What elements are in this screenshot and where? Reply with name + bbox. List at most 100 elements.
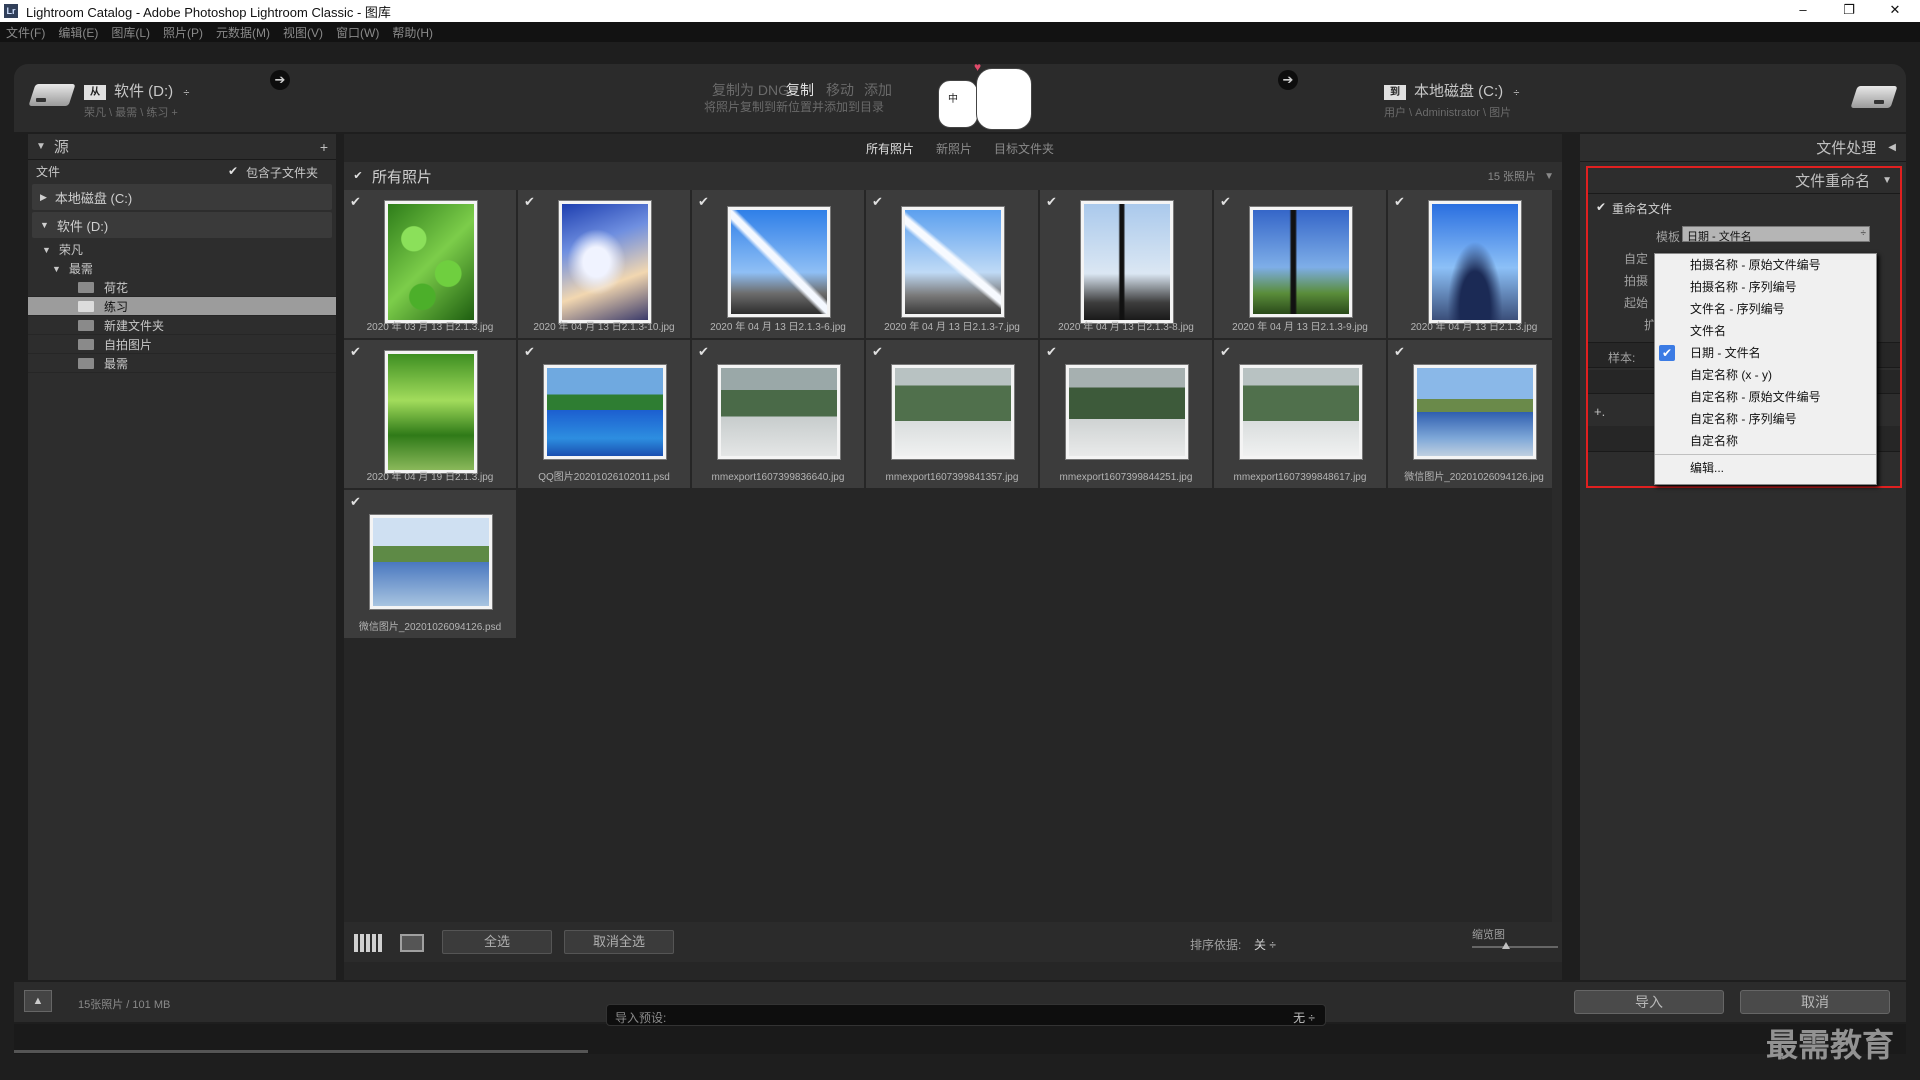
photo-checkbox[interactable]: ✔: [872, 194, 883, 210]
photo-thumbnail[interactable]: [1412, 364, 1537, 460]
source-selector[interactable]: 从软件 (D:) ÷: [84, 80, 189, 101]
menu-item[interactable]: 视图(V): [283, 24, 323, 41]
mode-copy-dng[interactable]: 复制为 DNG: [712, 80, 789, 100]
collapse-triangle-icon[interactable]: ◀: [1888, 142, 1896, 153]
folder-item[interactable]: 自拍图片: [28, 335, 336, 354]
edit-template-option[interactable]: 编辑...: [1655, 457, 1876, 479]
photo-thumbnail[interactable]: [716, 364, 841, 460]
template-option[interactable]: 拍摄名称 - 序列编号: [1655, 276, 1876, 298]
photo-checkbox[interactable]: ✔: [1220, 194, 1231, 210]
import-preset-bar[interactable]: 导入预设: 无 ÷: [606, 1004, 1326, 1026]
photo-cell[interactable]: ✔ 2020 年 04 月 19 日2.1.3.jpg: [344, 340, 517, 489]
destination-selector[interactable]: 到本地磁盘 (C:) ÷: [1384, 80, 1519, 101]
photo-thumbnail[interactable]: [1248, 206, 1353, 318]
template-option[interactable]: 文件名: [1655, 320, 1876, 342]
photo-checkbox[interactable]: ✔: [350, 494, 361, 510]
photo-thumbnail[interactable]: [368, 514, 493, 610]
photo-thumbnail[interactable]: [726, 206, 831, 318]
cancel-button[interactable]: 取消: [1740, 990, 1890, 1014]
photo-checkbox[interactable]: ✔: [698, 194, 709, 210]
minimize-button[interactable]: –: [1780, 0, 1826, 22]
maximize-button[interactable]: ❐: [1826, 0, 1872, 22]
photo-checkbox[interactable]: ✔: [1394, 344, 1405, 360]
photo-thumbnail[interactable]: [383, 200, 478, 324]
photo-cell[interactable]: ✔ QQ图片20201026102011.psd: [518, 340, 691, 489]
folder-item[interactable]: 练习: [28, 297, 336, 316]
template-option[interactable]: 拍摄名称 - 原始文件编号: [1655, 254, 1876, 276]
photo-checkbox[interactable]: ✔: [1220, 344, 1231, 360]
menu-item[interactable]: 帮助(H): [392, 24, 433, 41]
photo-cell[interactable]: ✔ mmexport1607399848617.jpg: [1214, 340, 1387, 489]
photo-checkbox[interactable]: ✔: [872, 344, 883, 360]
loupe-view-icon[interactable]: [400, 934, 424, 952]
select-all-button[interactable]: 全选: [442, 930, 552, 954]
template-option[interactable]: 自定名称 - 序列编号: [1655, 408, 1876, 430]
photo-cell[interactable]: ✔ 2020 年 04 月 13 日2.1.3-6.jpg: [692, 190, 865, 339]
photo-thumbnail[interactable]: [1064, 364, 1189, 460]
folder-item[interactable]: 荷花: [28, 278, 336, 297]
collapse-triangle-icon[interactable]: ▼: [1882, 175, 1892, 186]
arrow-right-icon[interactable]: ➔: [1278, 70, 1298, 90]
photo-thumbnail[interactable]: [1079, 200, 1174, 324]
photo-checkbox[interactable]: ✔: [350, 194, 361, 210]
photo-cell[interactable]: ✔ mmexport1607399841357.jpg: [866, 340, 1039, 489]
import-preset-value[interactable]: 无 ÷: [1293, 1009, 1315, 1026]
photo-checkbox[interactable]: ✔: [350, 344, 361, 360]
template-option[interactable]: 自定名称 - 原始文件编号: [1655, 386, 1876, 408]
menu-item[interactable]: 文件(F): [6, 24, 45, 41]
select-all-checkbox[interactable]: ✔: [352, 170, 364, 182]
add-source-icon[interactable]: +: [320, 139, 328, 155]
grid-menu-triangle-icon[interactable]: ▼: [1544, 171, 1554, 182]
folder-item[interactable]: 新建文件夹: [28, 316, 336, 335]
photo-thumbnail[interactable]: [557, 200, 652, 324]
source-panel-header[interactable]: ▼ 源 +: [28, 134, 336, 160]
collapse-triangle-icon[interactable]: ▼: [40, 220, 49, 230]
add-metadata-icon[interactable]: +.: [1594, 404, 1605, 419]
photo-thumbnail[interactable]: [900, 206, 1005, 318]
grid-scrollbar[interactable]: [1552, 190, 1562, 922]
mode-copy[interactable]: 复制: [786, 80, 814, 100]
expand-up-icon[interactable]: ▲: [24, 990, 52, 1012]
collapse-triangle-icon[interactable]: ▼: [52, 264, 61, 274]
photo-cell[interactable]: ✔ 2020 年 04 月 13 日2.1.3-8.jpg: [1040, 190, 1213, 339]
collapse-triangle-icon[interactable]: ▼: [36, 141, 46, 152]
photo-thumbnail[interactable]: [890, 364, 1015, 460]
drive-local-c[interactable]: ▶ 本地磁盘 (C:): [32, 184, 332, 210]
filmstrip-scrollbar[interactable]: [14, 1050, 588, 1053]
template-option[interactable]: 文件名 - 序列编号: [1655, 298, 1876, 320]
slider-thumb[interactable]: [1502, 942, 1510, 949]
photo-cell[interactable]: ✔ 2020 年 04 月 13 日2.1.3-7.jpg: [866, 190, 1039, 339]
expand-triangle-icon[interactable]: ▶: [40, 192, 47, 203]
template-option[interactable]: 自定名称 (x - y): [1655, 364, 1876, 386]
photo-checkbox[interactable]: ✔: [524, 194, 535, 210]
template-option[interactable]: 自定名称: [1655, 430, 1876, 452]
photo-checkbox[interactable]: ✔: [1394, 194, 1405, 210]
grid-view-icon[interactable]: [354, 934, 382, 952]
menu-item[interactable]: 元数据(M): [216, 24, 270, 41]
tab-all-photos[interactable]: 所有照片: [866, 140, 914, 157]
drive-software-d[interactable]: ▼ 软件 (D:): [32, 212, 332, 238]
tab-new-photos[interactable]: 新照片: [936, 140, 972, 157]
include-subfolders-checkbox[interactable]: ✔: [228, 164, 238, 178]
photo-cell[interactable]: ✔ 2020 年 04 月 13 日2.1.3-10.jpg: [518, 190, 691, 339]
folder-item[interactable]: 最需: [28, 354, 336, 373]
photo-checkbox[interactable]: ✔: [1046, 194, 1057, 210]
file-handling-header[interactable]: 文件处理 ◀: [1580, 134, 1906, 162]
photo-cell[interactable]: ✔ mmexport1607399836640.jpg: [692, 340, 865, 489]
photo-cell[interactable]: ✔ 微信图片_20201026094126.psd: [344, 490, 517, 639]
rename-files-checkbox[interactable]: ✔: [1596, 200, 1606, 214]
sort-select[interactable]: 关 ÷: [1254, 936, 1276, 953]
menu-item[interactable]: 窗口(W): [336, 24, 379, 41]
arrow-right-icon[interactable]: ➔: [270, 70, 290, 90]
photo-cell[interactable]: ✔ 2020 年 03 月 13 日2.1.3.jpg: [344, 190, 517, 339]
photo-checkbox[interactable]: ✔: [698, 344, 709, 360]
photo-thumbnail[interactable]: [383, 350, 478, 474]
photo-cell[interactable]: ✔ 2020 年 04 月 13 日2.1.3-9.jpg: [1214, 190, 1387, 339]
file-rename-header[interactable]: 文件重命名 ▼: [1588, 168, 1900, 194]
photo-cell[interactable]: ✔ mmexport1607399844251.jpg: [1040, 340, 1213, 489]
photo-thumbnail[interactable]: [1427, 200, 1522, 324]
photo-checkbox[interactable]: ✔: [524, 344, 535, 360]
photo-cell[interactable]: ✔ 2020 年 04 月 13 日2.1.3.jpg: [1388, 190, 1561, 339]
thumbnail-size-slider[interactable]: [1472, 942, 1558, 949]
photo-cell[interactable]: ✔ 微信图片_20201026094126.jpg: [1388, 340, 1561, 489]
